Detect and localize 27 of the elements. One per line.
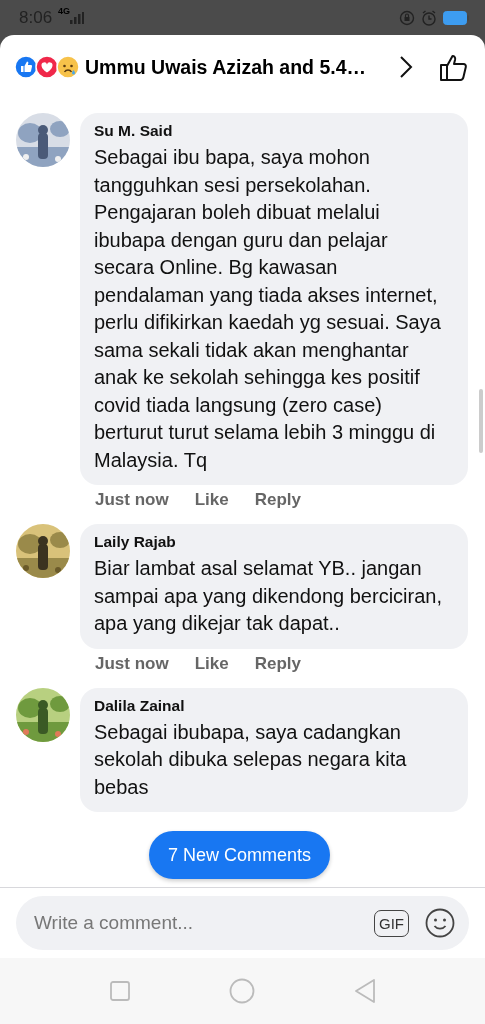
gif-button[interactable]: GIF bbox=[374, 909, 409, 937]
comment-action-link[interactable]: Reply bbox=[254, 653, 301, 674]
comment-input-field[interactable]: Write a comment... GIF bbox=[16, 896, 469, 950]
comment-author[interactable]: Su M. Said bbox=[94, 122, 446, 140]
comment-text: Sebagai ibu bapa, saya mohon tangguhkan sesi persekolahan. Pengajaran boleh dibuat melalui ibubapa dengan guru dan pelajar secara Online. Bg kawasan pendalaman yang tiada akses internet, perlu difikirkan kaedah yg sesuai. Saya sama sekali tidak akan menghantar anak ke sekolah sehingga kes positif covid tiada langsung (zero case) berturut turut selama lebih 3 minggu di Malaysia. Tq bbox=[94, 145, 442, 473]
network-label: 4G bbox=[58, 6, 71, 16]
emoji-icon[interactable] bbox=[425, 908, 455, 938]
thumbs-up-icon[interactable] bbox=[439, 52, 469, 82]
comment-action-link[interactable]: Reply bbox=[254, 490, 301, 510]
sad-reaction-icon bbox=[56, 55, 80, 79]
like-reaction-icon bbox=[14, 55, 38, 79]
chevron-right-icon[interactable] bbox=[399, 55, 413, 79]
reactions-title[interactable]: Ummu Uwais Azizah and 5.4… bbox=[85, 55, 399, 79]
signal-icon bbox=[70, 11, 85, 24]
love-reaction-icon bbox=[35, 55, 59, 79]
comment-text: Biar lambat asal selamat YB.. jangan sampai apa yang dikendong berciciran, apa yang dikejar tak dapat.. bbox=[94, 556, 443, 636]
alarm-icon bbox=[421, 9, 437, 26]
comment-author[interactable]: Dalila Zainal bbox=[94, 696, 446, 715]
comment-action-link[interactable]: Like bbox=[194, 653, 229, 674]
rotation-lock-icon bbox=[399, 9, 415, 26]
comment-action-link[interactable]: Like bbox=[194, 490, 229, 510]
comment-author[interactable]: Laily Rajab bbox=[94, 533, 446, 551]
comment-text: Sebagai ibubapa, saya cadangkan sekolah dibuka selepas negara kita bebas bbox=[94, 719, 408, 800]
battery-icon bbox=[443, 10, 469, 25]
comment-time: Just now bbox=[95, 490, 169, 510]
comment-time: Just now bbox=[95, 653, 169, 674]
new-comments-button[interactable]: 7 New Comments bbox=[149, 831, 331, 879]
